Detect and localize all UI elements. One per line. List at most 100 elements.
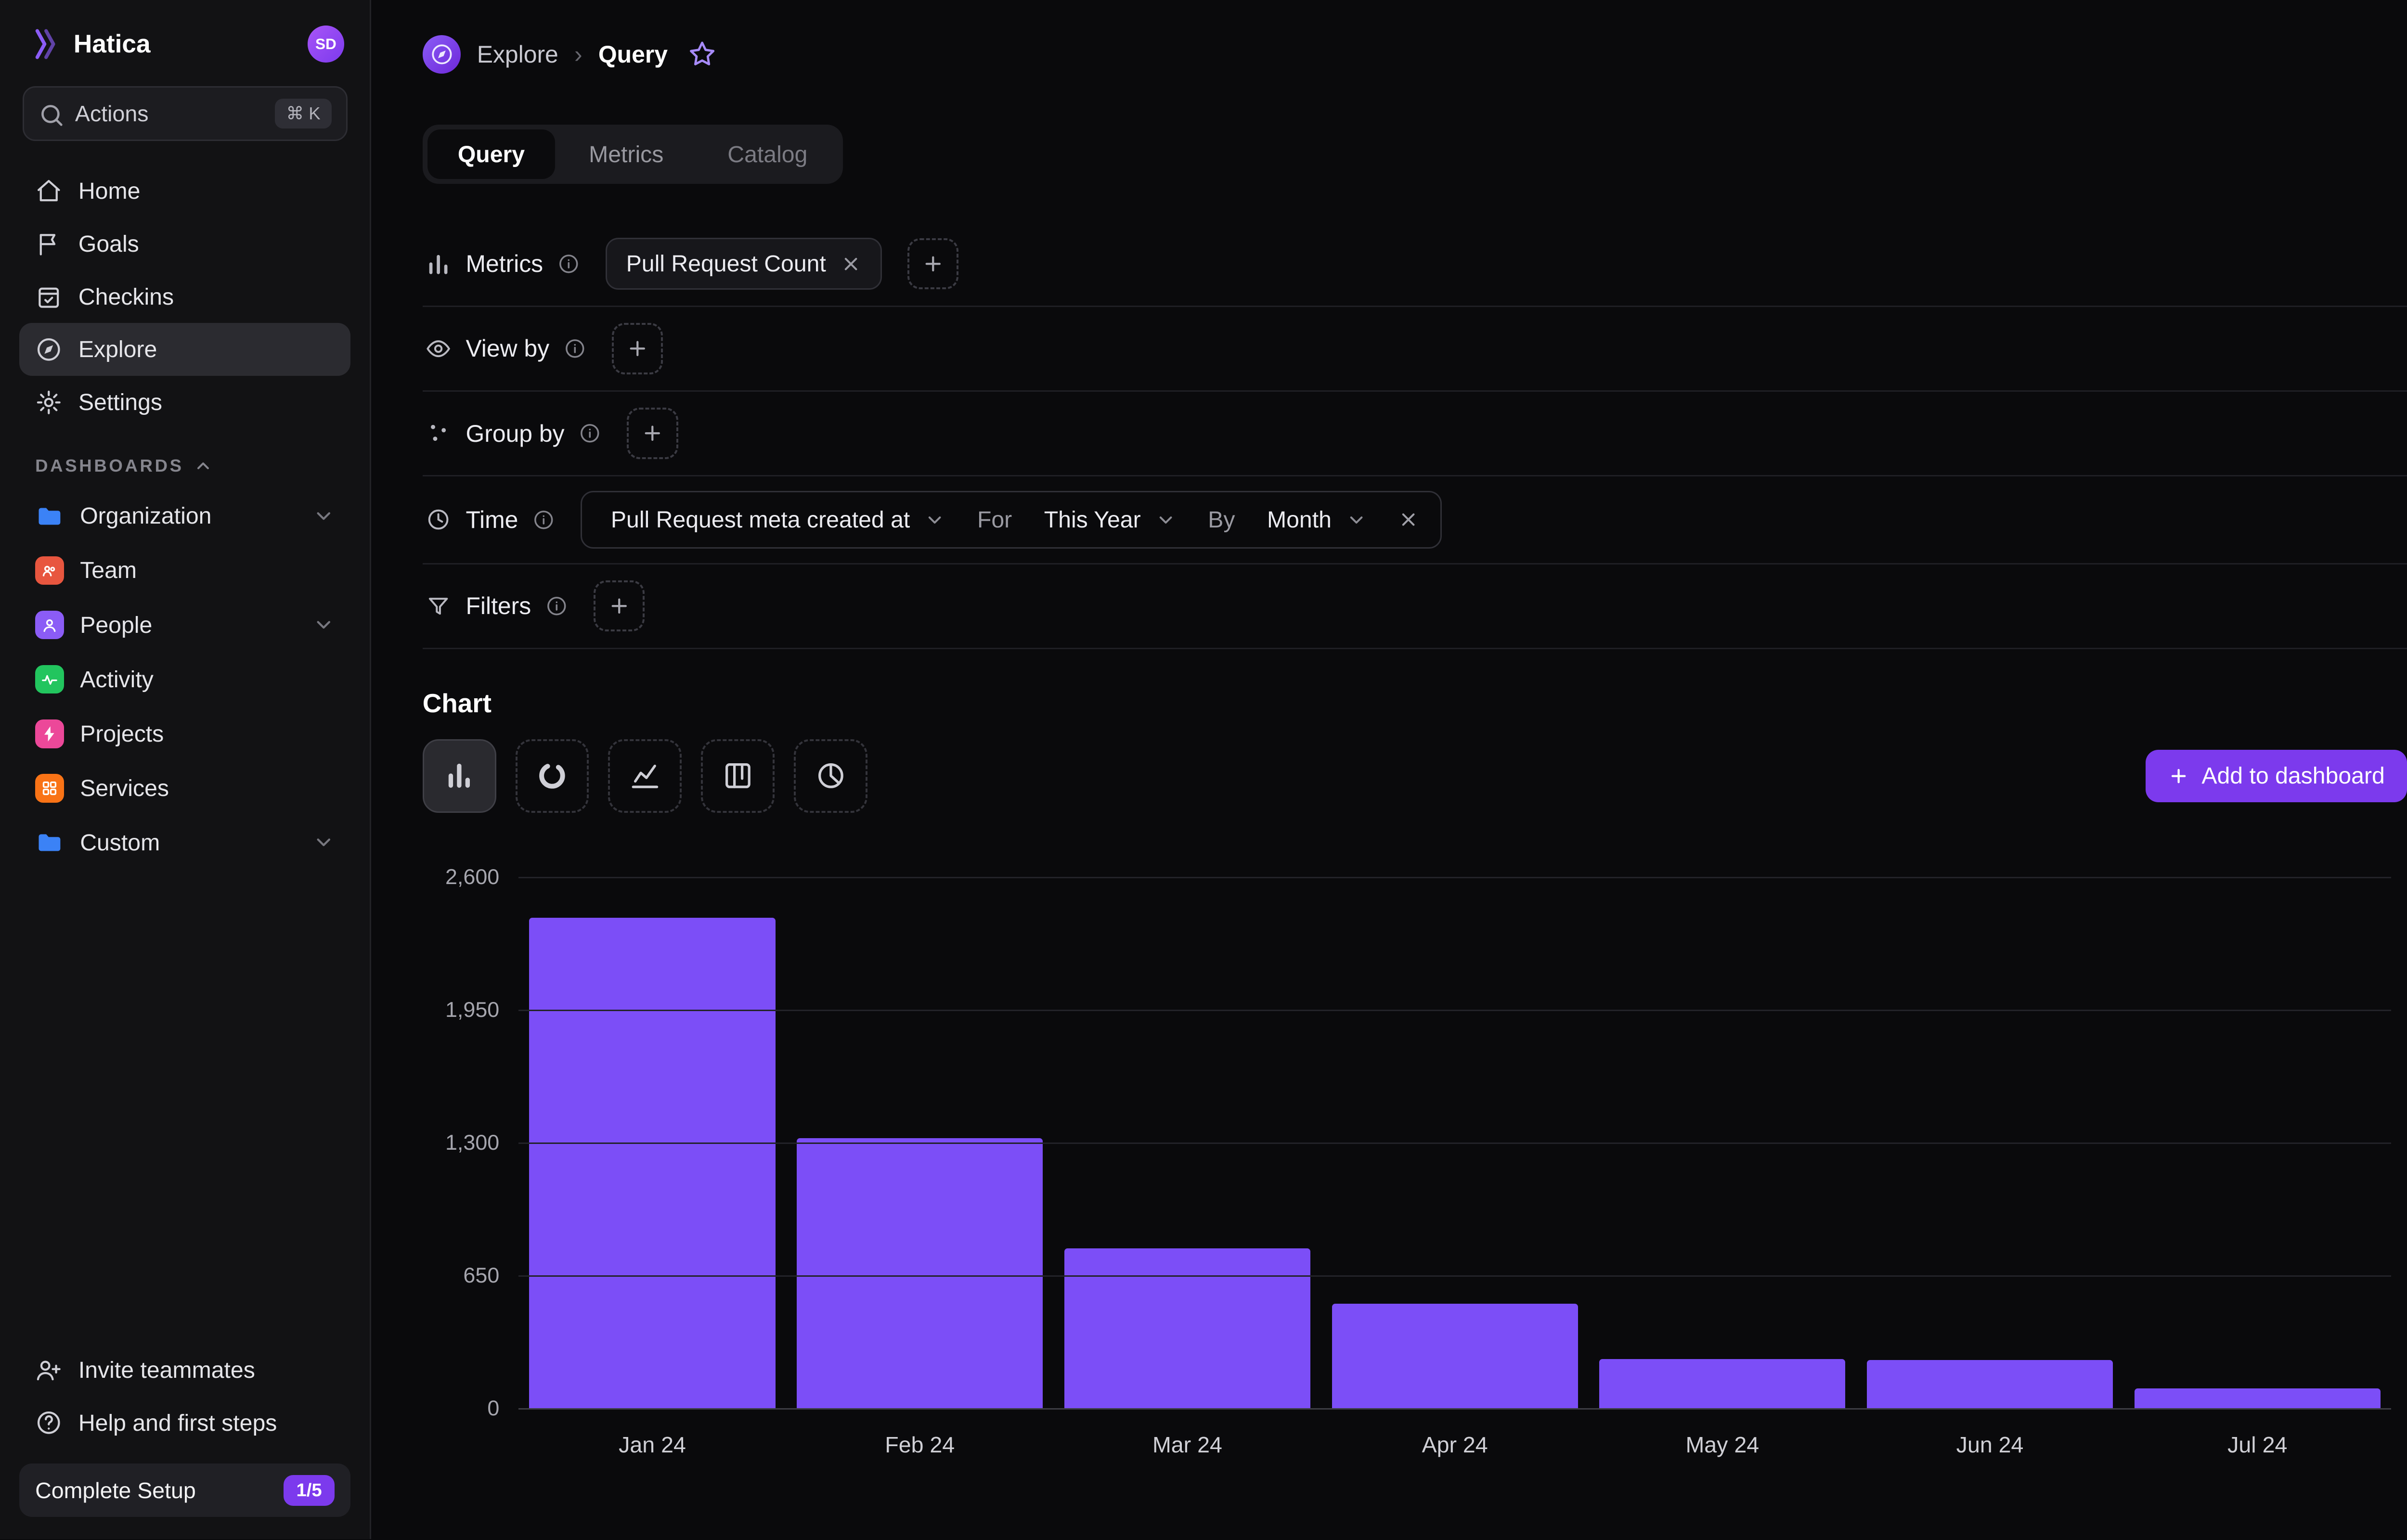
chart-x-axis-labels: Jan 24Feb 24Mar 24Apr 24May 24Jun 24Jul … (518, 1432, 2391, 1458)
pie-chart-icon (814, 759, 848, 793)
chevron-down-icon (924, 509, 945, 530)
complete-setup[interactable]: Complete Setup 1/5 (19, 1463, 351, 1516)
time-remove-icon[interactable] (1386, 497, 1431, 542)
tab-bar: QueryMetricsCatalog (423, 125, 843, 183)
x-axis-label: Feb 24 (786, 1432, 1054, 1458)
avatar[interactable]: SD (308, 26, 344, 62)
stacked-bar-chart-button[interactable] (701, 739, 775, 813)
info-icon (564, 337, 586, 360)
chevron-down-icon (1155, 509, 1176, 530)
complete-setup-label: Complete Setup (35, 1477, 196, 1503)
help-icon (35, 1409, 63, 1437)
line-chart-button[interactable] (608, 739, 682, 813)
app-title: Hatica (74, 29, 151, 59)
activity-icon (35, 665, 64, 694)
metrics-row: Metrics Pull Request Count (423, 222, 2407, 307)
metrics-label: Metrics (466, 250, 543, 278)
home-icon (35, 178, 63, 205)
sidebar-item-team[interactable]: Team (19, 543, 351, 598)
help-and-first-steps-link[interactable]: Help and first steps (19, 1397, 351, 1450)
chevron-up-icon (194, 456, 213, 475)
sidebar-item-checkins[interactable]: Checkins (19, 270, 351, 323)
time-range-select[interactable]: This Year (1025, 492, 1195, 547)
sidebar-item-settings[interactable]: Settings (19, 376, 351, 429)
time-controls: Pull Request meta created at For This Ye… (581, 491, 1442, 549)
funnel-icon (426, 593, 451, 619)
close-icon[interactable] (841, 254, 861, 274)
gear-icon (35, 389, 63, 416)
setup-progress-badge: 1/5 (284, 1475, 335, 1506)
add-to-dashboard-label: Add to dashboard (2201, 762, 2384, 789)
filters-label: Filters (466, 592, 531, 620)
sidebar-item-label: Explore (78, 336, 157, 363)
gridline (518, 877, 2391, 878)
gridline (518, 1010, 2391, 1011)
sidebar-item-activity[interactable]: Activity (19, 652, 351, 706)
bar-may-24 (1599, 1359, 1845, 1408)
donut-chart-button[interactable] (516, 739, 589, 813)
add-metric-button[interactable] (907, 238, 958, 289)
bar-chart-button[interactable] (423, 739, 496, 813)
time-label: Time (466, 506, 518, 534)
folder-icon (35, 828, 64, 857)
sidebar-item-label: Custom (80, 829, 160, 856)
tab-catalog[interactable]: Catalog (697, 129, 838, 179)
bar-chart: 06501,3001,9502,600 (423, 877, 2407, 1408)
sidebar-item-custom[interactable]: Custom (19, 815, 351, 870)
tab-query[interactable]: Query (427, 129, 556, 179)
person-icon (35, 611, 64, 640)
invite-teammates-link[interactable]: Invite teammates (19, 1344, 351, 1397)
gridline (518, 1408, 2391, 1410)
team-icon (35, 556, 64, 585)
sidebar-item-goals[interactable]: Goals (19, 218, 351, 270)
view-by-label: View by (466, 334, 549, 362)
time-granularity-select[interactable]: Month (1248, 492, 1386, 547)
info-icon (545, 595, 568, 617)
sidebar-item-explore[interactable]: Explore (19, 323, 351, 376)
sidebar-item-projects[interactable]: Projects (19, 706, 351, 761)
pie-chart-button[interactable] (794, 739, 867, 813)
time-field-select[interactable]: Pull Request meta created at (592, 492, 964, 547)
add-filter-button[interactable] (594, 580, 645, 631)
hatica-logo-icon (26, 26, 61, 62)
bar-jan-24 (529, 918, 775, 1408)
checkins-icon (35, 283, 63, 310)
tab-metrics[interactable]: Metrics (558, 129, 694, 179)
metric-chip[interactable]: Pull Request Count (606, 238, 882, 290)
search-icon (38, 102, 62, 126)
chevron-down-icon (1346, 509, 1367, 530)
sidebar-item-label: People (80, 612, 152, 639)
bar-chart-icon (442, 759, 476, 793)
breadcrumb-explore[interactable]: Explore (477, 40, 558, 68)
compass-icon (35, 336, 63, 363)
sidebar-item-services[interactable]: Services (19, 761, 351, 815)
sidebar-item-label: Activity (80, 666, 154, 693)
sidebar-item-people[interactable]: People (19, 598, 351, 652)
bar-jun-24 (1867, 1360, 2113, 1408)
add-view-by-button[interactable] (612, 323, 663, 374)
group-by-label-group: Group by (426, 420, 601, 448)
favorite-star-icon[interactable] (687, 39, 717, 69)
stacked-bar-chart-icon (721, 759, 755, 793)
sidebar-item-organization[interactable]: Organization (19, 489, 351, 543)
sidebar-item-label: Goals (78, 231, 139, 257)
chart-plot (518, 877, 2391, 1408)
add-group-by-button[interactable] (627, 408, 678, 459)
time-for-label: For (964, 506, 1024, 533)
x-axis-label: Mar 24 (1054, 1432, 1321, 1458)
sidebar-nav: Home Goals Checkins Explore Settings (19, 165, 351, 429)
dashboards-section-header[interactable]: DASHBOARDS (19, 430, 351, 487)
y-axis-label: 650 (423, 1263, 500, 1288)
bar-jul-24 (2135, 1388, 2381, 1408)
dashboards-title: DASHBOARDS (35, 456, 184, 476)
bolt-icon (35, 719, 64, 748)
add-to-dashboard-button[interactable]: Add to dashboard (2146, 750, 2407, 802)
actions-label: Actions (75, 101, 149, 127)
clock-icon (426, 507, 451, 532)
sidebar-item-label: Projects (80, 720, 164, 747)
actions-search[interactable]: Actions ⌘ K (23, 86, 348, 141)
y-axis-label: 0 (423, 1396, 500, 1421)
bar-apr-24 (1332, 1304, 1578, 1408)
y-axis-label: 1,300 (423, 1130, 500, 1155)
sidebar-item-home[interactable]: Home (19, 165, 351, 218)
